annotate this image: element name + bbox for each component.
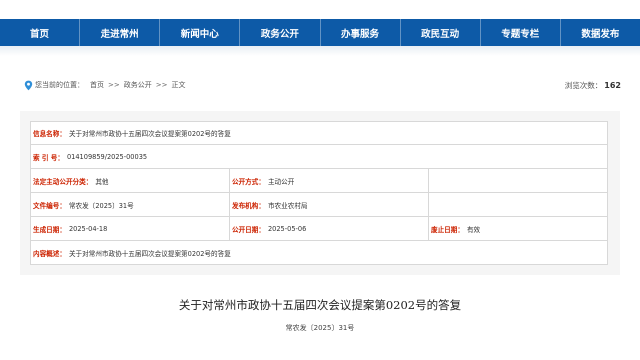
metadata-cell: 公开方式： 主动公开 xyxy=(230,169,429,192)
metadata-cell: 公开日期： 2025-05-06 xyxy=(230,217,429,240)
breadcrumb-item-gov-affairs[interactable]: 政务公开 xyxy=(124,80,152,90)
article-title: 关于对常州市政协十五届四次会议提案第0202号的答复 xyxy=(178,298,462,312)
summary-label: 内容概述： xyxy=(33,249,66,258)
metadata-row: 文件编号： 常农发〔2025〕31号 发布机构： 市农业农村局 xyxy=(31,193,607,217)
index-no-label: 索 引 号： xyxy=(33,153,64,162)
main-nav: 首页 走进常州 新闻中心 政务公开 办事服务 政民互动 专题专栏 数据发布 xyxy=(0,19,640,46)
metadata-cell-empty xyxy=(429,193,607,216)
breadcrumb-separator: >> xyxy=(108,81,120,89)
expiry-date-value: 有效 xyxy=(466,225,481,234)
publisher-value: 市农业农村局 xyxy=(267,201,308,210)
category-value: 其他 xyxy=(95,177,109,186)
nav-item-news[interactable]: 新闻中心 xyxy=(160,19,241,46)
location-pin-icon xyxy=(24,80,33,90)
summary-value: 关于对常州市政协十五届四次会议提案第0202号的答复 xyxy=(68,249,231,258)
info-name-label: 信息名称： xyxy=(33,130,66,138)
breadcrumb-label: 您当前的位置： xyxy=(35,81,84,89)
index-no-value: 014109859/2025-00035 xyxy=(66,152,148,161)
breadcrumb-separator: >> xyxy=(155,81,168,89)
metadata-row: 内容概述： 关于对常州市政协十五届四次会议提案第0202号的答复 xyxy=(31,241,607,264)
created-date-value: 2025-04-18 xyxy=(68,224,108,233)
category-label: 法定主动公开分类： xyxy=(33,177,93,186)
info-name-value: 关于对常州市政协十五届四次会议提案第0202号的答复 xyxy=(68,130,231,138)
metadata-cell: 索 引 号： 014109859/2025-00035 xyxy=(31,145,607,168)
article-doc-number: 常农发〔2025〕31号 xyxy=(285,324,355,332)
view-counter: 浏览次数： 162 xyxy=(565,80,621,91)
breadcrumb: 您当前的位置： 首页 >> 政务公开 >> 正文 浏览次数： 162 xyxy=(24,79,621,91)
expiry-date-label: 废止日期： xyxy=(431,225,464,234)
nav-item-about-changzhou[interactable]: 走进常州 xyxy=(80,19,161,46)
nav-item-gov-affairs[interactable]: 政务公开 xyxy=(240,19,321,46)
metadata-cell-empty xyxy=(429,169,607,192)
metadata-row: 生成日期： 2025-04-18 公开日期： 2025-05-06 废止日期： … xyxy=(31,217,607,241)
header-shadow-band xyxy=(0,46,640,56)
publish-date-value: 2025-05-06 xyxy=(267,224,307,233)
metadata-cell: 生成日期： 2025-04-18 xyxy=(31,217,230,240)
metadata-row: 信息名称： 关于对常州市政协十五届四次会议提案第0202号的答复 xyxy=(31,122,607,145)
publish-mode-label: 公开方式： xyxy=(232,177,265,186)
nav-item-services[interactable]: 办事服务 xyxy=(321,19,401,46)
doc-number-label: 文件编号： xyxy=(33,201,66,210)
nav-item-home[interactable]: 首页 xyxy=(0,19,81,46)
metadata-cell: 信息名称： 关于对常州市政协十五届四次会议提案第0202号的答复 xyxy=(31,122,607,144)
view-count-value: 162 xyxy=(604,80,621,90)
metadata-cell: 内容概述： 关于对常州市政协十五届四次会议提案第0202号的答复 xyxy=(31,241,607,264)
created-date-label: 生成日期： xyxy=(33,225,66,234)
metadata-cell: 废止日期： 有效 xyxy=(429,217,607,240)
metadata-cell: 法定主动公开分类： 其他 xyxy=(31,169,230,192)
metadata-row: 法定主动公开分类： 其他 公开方式： 主动公开 xyxy=(31,169,607,193)
publisher-label: 发布机构： xyxy=(232,201,265,210)
metadata-panel: 信息名称： 关于对常州市政协十五届四次会议提案第0202号的答复 索 引 号： … xyxy=(20,111,620,275)
metadata-table: 信息名称： 关于对常州市政协十五届四次会议提案第0202号的答复 索 引 号： … xyxy=(30,121,608,265)
doc-number-value: 常农发〔2025〕31号 xyxy=(68,201,134,210)
view-count-label: 浏览次数： xyxy=(564,80,603,90)
metadata-row: 索 引 号： 014109859/2025-00035 xyxy=(31,145,607,169)
breadcrumb-item-home[interactable]: 首页 xyxy=(90,80,104,90)
nav-item-topics[interactable]: 专题专栏 xyxy=(481,19,561,46)
publish-mode-value: 主动公开 xyxy=(267,177,295,186)
nav-item-data[interactable]: 数据发布 xyxy=(561,19,640,46)
metadata-cell: 发布机构： 市农业农村局 xyxy=(230,193,429,216)
metadata-cell: 文件编号： 常农发〔2025〕31号 xyxy=(31,193,230,216)
nav-item-interaction[interactable]: 政民互动 xyxy=(401,19,481,46)
breadcrumb-item-article[interactable]: 正文 xyxy=(171,80,185,90)
publish-date-label: 公开日期： xyxy=(232,225,265,234)
